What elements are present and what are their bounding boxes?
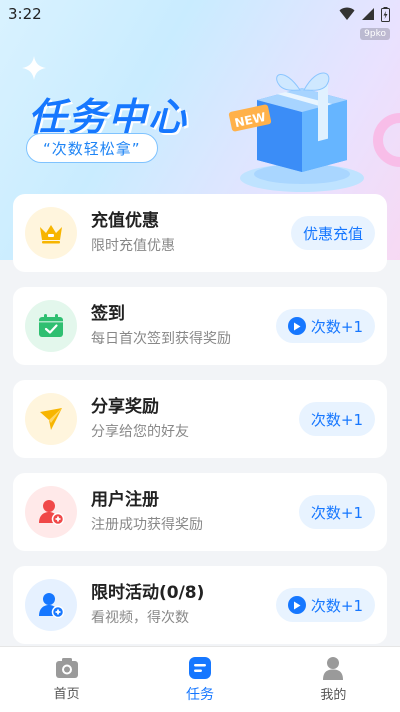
task-title: 签到 — [91, 304, 125, 324]
tab-label: 我的 — [320, 688, 347, 703]
camera-icon — [55, 658, 78, 678]
send-icon — [40, 408, 62, 430]
task-icon-container — [25, 300, 77, 352]
tab-tasks[interactable]: 任务 — [133, 647, 266, 712]
task-icon-container — [25, 207, 77, 259]
gift-box-illustration: NEW — [228, 72, 364, 192]
battery-icon — [381, 6, 390, 22]
user-add-icon — [39, 500, 64, 525]
tab-profile[interactable]: 我的 — [267, 647, 400, 712]
action-label: 优惠充值 — [302, 224, 363, 243]
task-title: 分享奖励 — [91, 397, 159, 417]
task-desc: 注册成功获得奖励 — [91, 517, 203, 533]
bottom-tab-bar: 首页 任务 我的 — [0, 646, 400, 712]
wifi-icon — [339, 7, 355, 20]
user-add-icon — [39, 593, 64, 618]
task-card-limited-event: 限时活动(0/8) 看视频，得次数 次数+1 — [13, 566, 387, 644]
task-icon-container — [25, 579, 77, 631]
action-label: 次数+1 — [310, 503, 363, 522]
tab-label: 首页 — [53, 687, 80, 702]
action-label: 次数+1 — [310, 410, 363, 429]
task-desc: 分享给您的好友 — [91, 424, 189, 440]
share-reward-button[interactable]: 次数+1 — [298, 402, 375, 436]
play-icon — [287, 596, 306, 614]
action-label: 次数+1 — [310, 317, 363, 336]
user-icon — [323, 657, 344, 680]
task-card-signin: 签到 每日首次签到获得奖励 次数+1 — [13, 287, 387, 365]
status-bar: 3:22 — [0, 0, 400, 28]
action-label: 次数+1 — [310, 596, 363, 615]
task-icon — [188, 656, 211, 679]
task-desc: 限时充值优惠 — [91, 238, 175, 254]
signin-reward-button[interactable]: 次数+1 — [275, 309, 375, 343]
recharge-button[interactable]: 优惠充值 — [290, 216, 375, 250]
task-title: 用户注册 — [91, 490, 159, 510]
task-title: 限时活动(0/8) — [91, 583, 205, 603]
tab-label: 任务 — [185, 686, 214, 703]
task-card-recharge: 充值优惠 限时充值优惠 优惠充值 — [13, 194, 387, 272]
status-time: 3:22 — [8, 5, 42, 23]
ring-decoration — [373, 113, 400, 167]
task-card-share: 分享奖励 分享给您的好友 次数+1 — [13, 380, 387, 458]
watermark: 9pko — [360, 28, 390, 40]
play-icon — [287, 317, 306, 335]
task-desc: 看视频，得次数 — [91, 610, 189, 626]
calendar-check-icon — [39, 314, 63, 337]
task-desc: 每日首次签到获得奖励 — [91, 331, 231, 347]
register-reward-button[interactable]: 次数+1 — [298, 495, 375, 529]
tab-home[interactable]: 首页 — [0, 647, 133, 712]
task-title: 充值优惠 — [91, 211, 159, 231]
sparkle-icon — [22, 56, 46, 80]
task-icon-container — [25, 393, 77, 445]
signal-icon — [362, 8, 374, 20]
task-icon-container — [25, 486, 77, 538]
hero-subtitle: “次数轻松拿” — [26, 133, 158, 163]
event-reward-button[interactable]: 次数+1 — [275, 588, 375, 622]
crown-icon — [40, 225, 62, 244]
task-card-register: 用户注册 注册成功获得奖励 次数+1 — [13, 473, 387, 551]
